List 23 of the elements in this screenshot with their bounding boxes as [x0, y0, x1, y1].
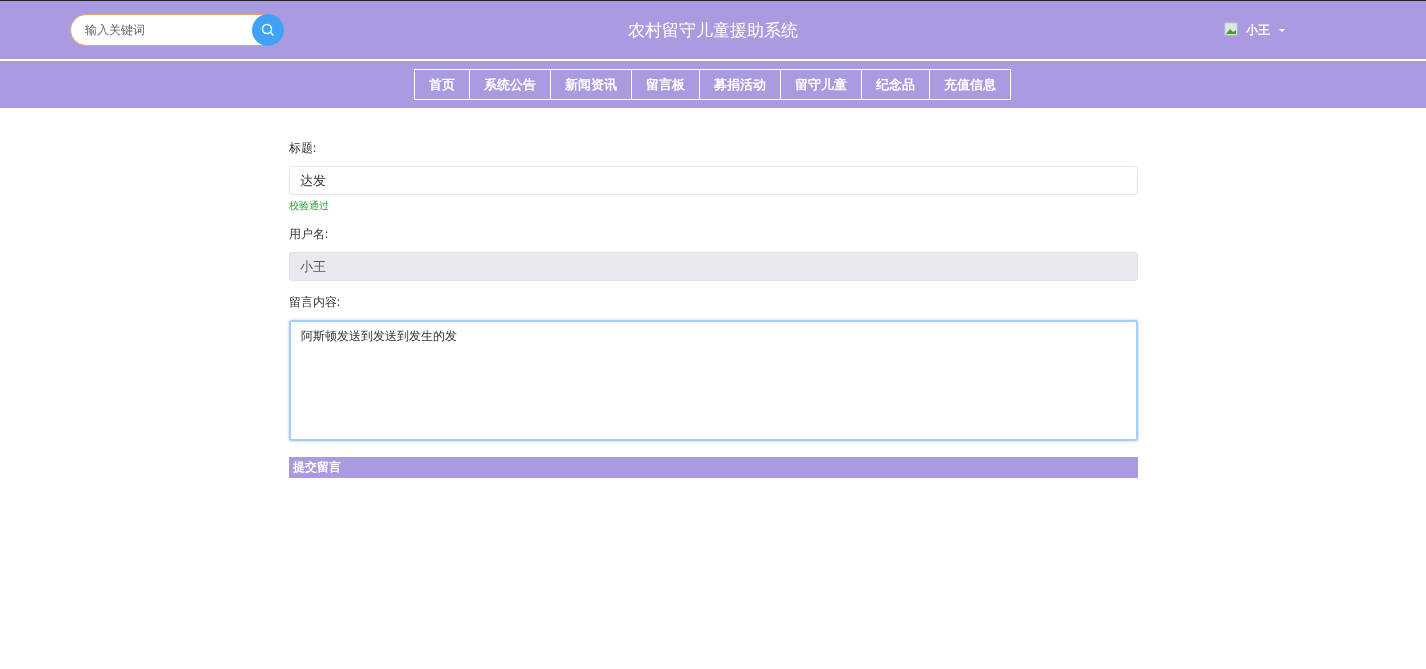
field-label: 留言内容: [288, 294, 342, 311]
search-icon [261, 23, 275, 37]
search-button[interactable] [252, 14, 284, 46]
nav-link[interactable]: 充值信息 [929, 69, 1011, 100]
site-title: 农村留守儿童援助系统 [627, 18, 799, 42]
input-field[interactable]: 达发 [288, 166, 1138, 195]
nav-link[interactable]: 纪念品 [861, 69, 930, 100]
search-field[interactable]: 输入关键词 [83, 22, 237, 38]
nav-link[interactable]: 留守儿童 [780, 69, 862, 100]
nav-link[interactable]: 新闻资讯 [550, 69, 632, 100]
search-box[interactable]: 输入关键词 [70, 14, 284, 46]
field-label: 标题: [288, 140, 318, 157]
nav-link[interactable]: 系统公告 [469, 69, 551, 100]
nav-link[interactable]: 留言板 [631, 69, 700, 100]
user-name[interactable]: 小王 [1246, 21, 1270, 39]
nav-link[interactable]: 募捐活动 [699, 69, 781, 100]
message-textarea[interactable]: 阿斯顿发送到发送到发生的发 [288, 320, 1138, 441]
caret-icon[interactable] [1278, 27, 1286, 33]
submit-button[interactable]: 提交留言 [288, 457, 1138, 478]
nav-link[interactable]: 首页 [414, 69, 470, 100]
broken-image-icon [1224, 22, 1238, 38]
validation-message: 校验通过 [288, 199, 330, 213]
field-label: 用户名: [288, 226, 330, 243]
